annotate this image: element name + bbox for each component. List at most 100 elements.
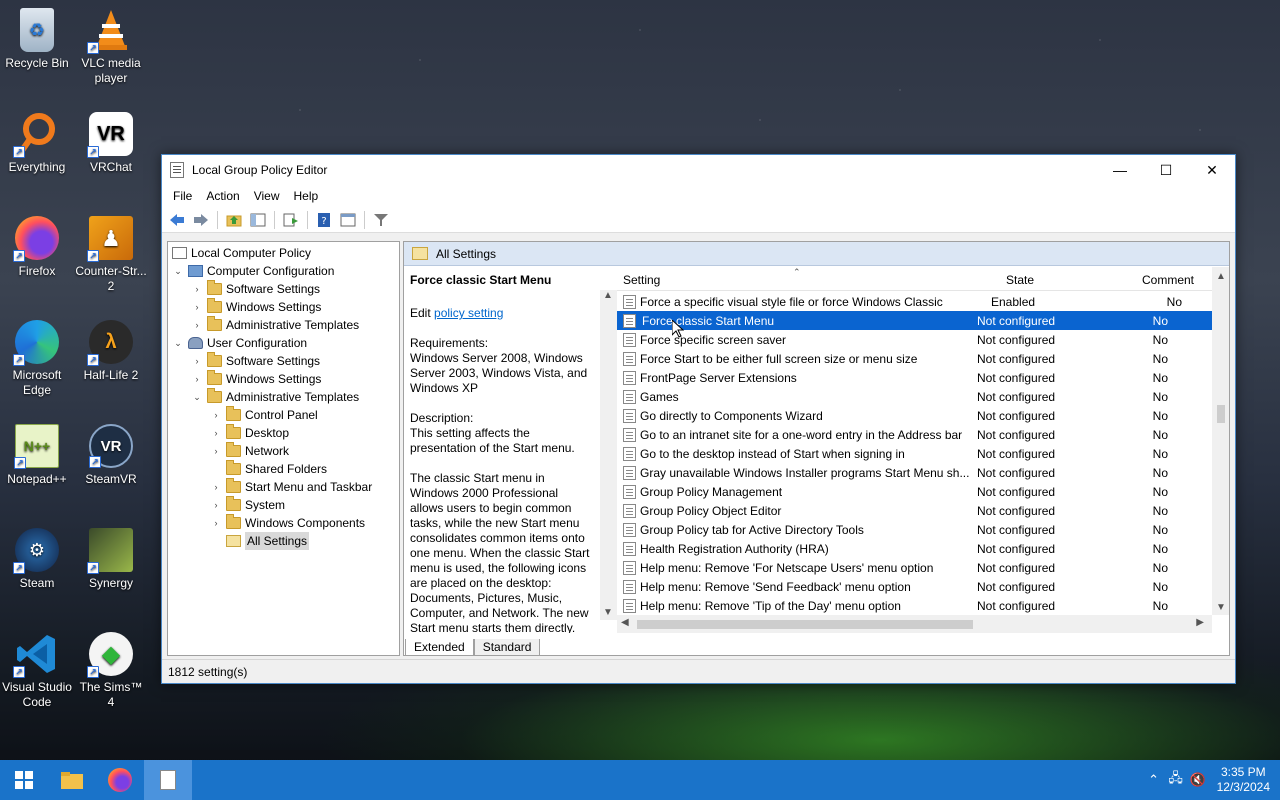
table-row[interactable]: Force a specific visual style file or fo… [617,292,1213,311]
table-row[interactable]: FrontPage Server Extensions Not configure… [617,368,1213,387]
desktop-icon-counter-strike[interactable]: ♟ ↗ Counter-Str... 2 [75,216,147,294]
table-row[interactable]: Help menu: Remove 'For Netscape Users' m… [617,558,1213,577]
tree-item-network[interactable]: › Network [168,442,399,460]
taskbar-file-explorer[interactable] [48,760,96,800]
chevron-down-icon[interactable]: ⌄ [191,388,203,406]
table-row[interactable]: Games Not configured No [617,387,1213,406]
chevron-right-icon[interactable]: › [191,298,203,316]
table-row[interactable]: Gray unavailable Windows Installer progr… [617,463,1213,482]
tree-item-user-windows-settings[interactable]: › Windows Settings [168,370,399,388]
desktop-icon-everything[interactable]: ↗ Everything [1,112,73,175]
tree-item-start-menu-taskbar[interactable]: › Start Menu and Taskbar [168,478,399,496]
desktop-icon-recycle-bin[interactable]: ♻ Recycle Bin [1,8,73,71]
taskbar-firefox[interactable] [96,760,144,800]
maximize-button[interactable]: ☐ [1143,155,1189,185]
volume-muted-icon[interactable]: 🔇 [1187,772,1209,788]
edit-policy-link[interactable]: policy setting [434,306,503,320]
desktop-icon-steamvr[interactable]: VR ↗ SteamVR [75,424,147,487]
chevron-down-icon[interactable]: ⌄ [172,262,184,280]
description-scrollbar[interactable]: ▲ ▼ [600,290,617,620]
chevron-right-icon[interactable]: › [210,442,222,460]
desktop-icon-edge[interactable]: ↗ Microsoft Edge [1,320,73,398]
desktop-icon-steam[interactable]: ⚙ ↗ Steam [1,528,73,591]
chevron-right-icon[interactable]: › [210,424,222,442]
desktop-icon-sims[interactable]: ◆ ↗ The Sims™ 4 [75,632,147,710]
list-horizontal-scrollbar[interactable]: ◀ ▶ [617,615,1212,633]
chevron-right-icon[interactable]: › [191,370,203,388]
menu-file[interactable]: File [166,189,199,203]
clock[interactable]: 3:35 PM 12/3/2024 [1209,765,1280,795]
taskbar-group-policy-editor[interactable] [144,760,192,800]
table-row[interactable]: Help menu: Remove 'Send Feedback' menu o… [617,577,1213,596]
desktop-icon-synergy[interactable]: ↗ Synergy [75,528,147,591]
export-list-icon[interactable] [280,210,302,230]
scroll-down-arrow-icon[interactable]: ▼ [603,607,613,618]
scroll-thumb[interactable] [1217,405,1225,423]
tree-item-system[interactable]: › System [168,496,399,514]
chevron-right-icon[interactable]: › [191,316,203,334]
menu-action[interactable]: Action [199,189,246,203]
table-row-selected[interactable]: Force classic Start Menu Not configured No [617,311,1213,330]
network-icon[interactable]: 🖧 [1165,769,1187,791]
tree-item-windows-components[interactable]: › Windows Components [168,514,399,532]
desktop-icon-vlc[interactable]: ↗ VLC media player [75,8,147,86]
scroll-up-arrow-icon[interactable]: ▲ [1216,271,1226,282]
tree-item-shared-folders[interactable]: Shared Folders [168,460,399,478]
table-row[interactable]: Force specific screen saver Not configure… [617,330,1213,349]
table-row[interactable]: Go to the desktop instead of Start when … [617,444,1213,463]
table-row[interactable]: Go to an intranet site for a one-word en… [617,425,1213,444]
tree-item-desktop[interactable]: › Desktop [168,424,399,442]
menu-help[interactable]: Help [287,189,326,203]
tab-standard[interactable]: Standard [473,639,541,656]
desktop-icon-notepadpp[interactable]: N++ ↗ Notepad++ [1,424,73,487]
scroll-left-arrow-icon[interactable]: ◀ [621,617,629,628]
tree-item-administrative-templates[interactable]: › Administrative Templates [168,316,399,334]
scroll-down-arrow-icon[interactable]: ▼ [1216,602,1226,613]
tree-item-all-settings[interactable]: All Settings [168,532,399,550]
chevron-right-icon[interactable]: › [210,496,222,514]
scroll-thumb[interactable] [637,620,973,629]
table-row[interactable]: Group Policy tab for Active Directory To… [617,520,1213,539]
desktop-icon-vscode[interactable]: ↗ Visual Studio Code [1,632,73,710]
desktop-icon-vrchat[interactable]: VR ↗ VRChat [75,112,147,175]
chevron-down-icon[interactable]: ⌄ [172,334,184,352]
show-hide-tree-icon[interactable] [247,210,269,230]
chevron-right-icon[interactable]: › [210,478,222,496]
close-button[interactable]: ✕ [1189,155,1235,185]
title-bar[interactable]: Local Group Policy Editor — ☐ ✕ [162,155,1235,185]
chevron-up-icon[interactable]: ⌃ [1143,772,1165,788]
minimize-button[interactable]: — [1097,155,1143,185]
menu-view[interactable]: View [247,189,287,203]
tree-item-user-configuration[interactable]: ⌄ User Configuration [168,334,399,352]
column-header-state[interactable]: State [970,273,1070,287]
tree-item-computer-configuration[interactable]: ⌄ Computer Configuration [168,262,399,280]
help-icon[interactable]: ? [313,210,335,230]
tab-extended[interactable]: Extended [405,639,474,656]
back-arrow-icon[interactable] [166,210,188,230]
list-vertical-scrollbar[interactable]: ▲ ▼ [1212,267,1229,615]
chevron-right-icon[interactable]: › [210,514,222,532]
chevron-right-icon[interactable]: › [210,406,222,424]
table-row[interactable]: Force Start to be either full screen siz… [617,349,1213,368]
filter-icon[interactable] [370,210,392,230]
tree-item-user-administrative-templates[interactable]: ⌄ Administrative Templates [168,388,399,406]
table-row[interactable]: Health Registration Authority (HRA) Not c… [617,539,1213,558]
tree-item-control-panel[interactable]: › Control Panel [168,406,399,424]
tree-item-software-settings[interactable]: › Software Settings [168,280,399,298]
scroll-right-arrow-icon[interactable]: ▶ [1196,617,1204,628]
table-row[interactable]: Help menu: Remove 'Tip of the Day' menu … [617,596,1213,615]
scroll-up-arrow-icon[interactable]: ▲ [603,290,613,301]
tree-item-windows-settings[interactable]: › Windows Settings [168,298,399,316]
properties-icon[interactable] [337,210,359,230]
desktop-icon-firefox[interactable]: ↗ Firefox [1,216,73,279]
column-header-comment[interactable]: Comment [1070,273,1210,287]
chevron-right-icon[interactable]: › [191,352,203,370]
start-button[interactable] [0,760,48,800]
tree-item-local-computer-policy[interactable]: Local Computer Policy [168,244,399,262]
up-folder-icon[interactable] [223,210,245,230]
forward-arrow-icon[interactable] [190,210,212,230]
desktop-icon-half-life[interactable]: λ ↗ Half-Life 2 [75,320,147,383]
table-row[interactable]: Group Policy Management Not configured No [617,482,1213,501]
table-row[interactable]: Go directly to Components Wizard Not conf… [617,406,1213,425]
chevron-right-icon[interactable]: › [191,280,203,298]
